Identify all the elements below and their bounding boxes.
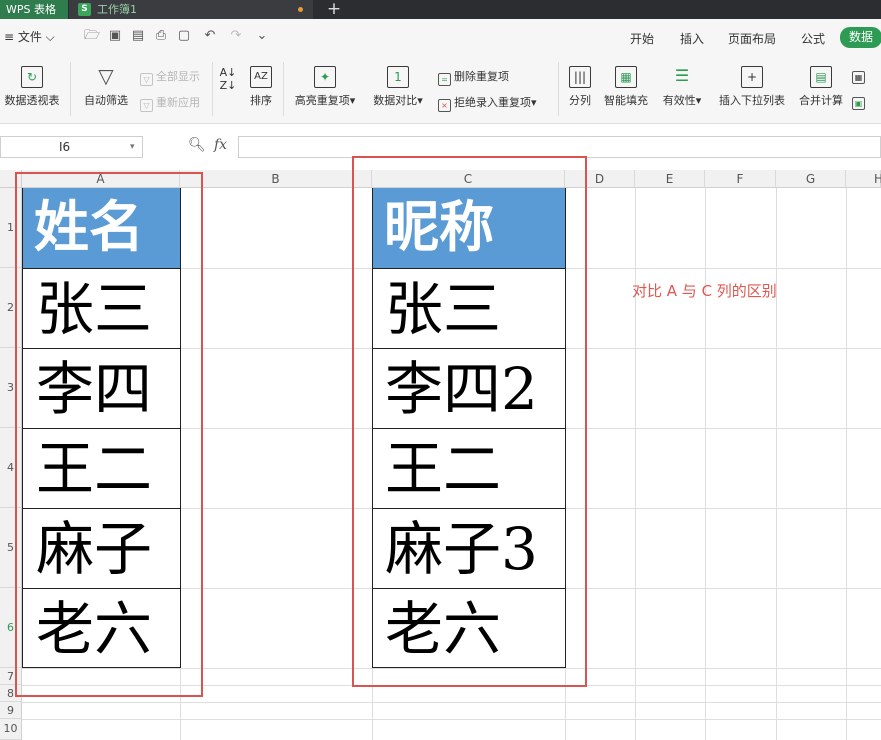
ribbon-divider: [558, 62, 559, 116]
file-menu[interactable]: ≡ 文件 ⌵: [4, 28, 55, 45]
row-header-9[interactable]: 9: [0, 702, 22, 719]
pivot-table-icon: ↻: [21, 66, 43, 88]
gridline: [22, 719, 881, 720]
unsaved-dot-icon: [298, 7, 303, 12]
highlight-duplicates-label: 高亮重复项▾: [294, 94, 356, 107]
split-columns-button[interactable]: ||| 分列: [562, 66, 598, 108]
workbook-tab-label: 工作簿1: [97, 3, 137, 16]
show-all-icon: ▽: [140, 73, 153, 86]
app-tab[interactable]: WPS 表格: [0, 0, 68, 19]
comparison-note: 对比 A 与 C 列的区别: [632, 282, 777, 300]
column-header-g[interactable]: G: [776, 170, 846, 188]
zoom-icon[interactable]: 🔍︎: [188, 137, 206, 153]
reject-duplicates-button[interactable]: × 拒绝录入重复项▾: [438, 94, 537, 112]
split-columns-icon: |||: [569, 66, 591, 88]
validity-label: 有效性▾: [662, 94, 702, 107]
tab-formulas[interactable]: 公式: [801, 30, 825, 47]
sort-button[interactable]: AZ 排序: [246, 66, 276, 108]
data-compare-button[interactable]: 1 数据对比▾: [366, 66, 430, 108]
open-folder-icon[interactable]: 🗁: [84, 28, 100, 44]
fx-icon[interactable]: fx: [214, 137, 227, 153]
gridline: [846, 188, 847, 740]
merge-calc-button[interactable]: ▤ 合并计算: [794, 66, 848, 108]
merge-calc-label: 合并计算: [799, 94, 843, 107]
remove-duplicates-icon: =: [438, 73, 451, 86]
gridline: [635, 188, 636, 740]
insert-dropdown-icon: +: [741, 66, 763, 88]
sort-asc-icon[interactable]: A↓ Z↓: [218, 66, 238, 92]
validity-button[interactable]: ☰ 有效性▾: [656, 66, 708, 108]
split-columns-label: 分列: [569, 94, 591, 107]
record-icon[interactable]: ▣: [852, 94, 868, 110]
insert-dropdown-label: 插入下拉列表: [719, 94, 785, 107]
sort-icon: AZ: [250, 66, 272, 88]
undo-icon[interactable]: ↶: [202, 28, 218, 44]
merge-calc-icon: ▤: [810, 66, 832, 88]
ribbon-divider: [70, 62, 71, 116]
reapply-icon: ▽: [140, 99, 153, 112]
pivot-table-button[interactable]: ↻ 数据透视表: [2, 66, 62, 108]
reject-duplicates-icon: ×: [438, 99, 451, 112]
gridline: [705, 188, 706, 740]
reapply-button[interactable]: ▽ 重新应用: [140, 94, 200, 112]
spreadsheet-icon: S: [78, 3, 91, 16]
autofilter-label: 自动筛选: [84, 94, 128, 107]
print-icon[interactable]: ⎙: [153, 28, 169, 44]
tab-home[interactable]: 开始: [630, 30, 654, 47]
highlight-box-column-c: [352, 156, 587, 687]
formula-input[interactable]: [238, 136, 881, 158]
simulate-analysis-icon[interactable]: ▦: [852, 68, 868, 84]
pivot-table-label: 数据透视表: [4, 94, 60, 107]
highlight-box-column-a: [15, 172, 203, 697]
insert-dropdown-button[interactable]: + 插入下拉列表: [712, 66, 792, 108]
redo-icon[interactable]: ↷: [228, 28, 244, 44]
workbook-tab[interactable]: S 工作簿1: [69, 0, 313, 19]
data-compare-icon: 1: [387, 66, 409, 88]
smart-fill-label: 智能填充: [604, 94, 648, 107]
name-box-dropdown-icon[interactable]: ▾: [130, 136, 142, 158]
ribbon-divider: [283, 62, 284, 116]
gridline: [776, 188, 777, 740]
tab-insert[interactable]: 插入: [680, 30, 704, 47]
remove-duplicates-button[interactable]: = 删除重复项: [438, 68, 509, 86]
column-header-f[interactable]: F: [705, 170, 776, 188]
new-tab-button[interactable]: +: [322, 0, 346, 19]
autofilter-button[interactable]: ▽ 自动筛选: [78, 66, 134, 108]
print-preview-icon[interactable]: ▢: [176, 28, 192, 44]
smart-fill-button[interactable]: ▦ 智能填充: [600, 66, 652, 108]
name-box[interactable]: I6: [0, 136, 143, 158]
column-header-b[interactable]: B: [180, 170, 372, 188]
gridline: [22, 702, 881, 703]
smart-fill-icon: ▦: [615, 66, 637, 88]
tab-page-layout[interactable]: 页面布局: [728, 30, 776, 47]
ribbon-divider: [212, 62, 213, 116]
column-header-h[interactable]: H: [846, 170, 881, 188]
tab-data[interactable]: 数据: [840, 27, 881, 48]
sort-label: 排序: [250, 94, 272, 107]
highlight-duplicates-icon: ✦: [314, 66, 336, 88]
save-icon[interactable]: ▣: [107, 28, 123, 44]
filter-icon: ▽: [98, 64, 114, 88]
highlight-duplicates-button[interactable]: ✦ 高亮重复项▾: [290, 66, 360, 108]
data-compare-label: 数据对比▾: [373, 94, 423, 107]
row-header-10[interactable]: 10: [0, 719, 22, 740]
column-header-e[interactable]: E: [635, 170, 705, 188]
export-pdf-icon[interactable]: ▤: [130, 28, 146, 44]
validity-icon: ☰: [674, 66, 690, 85]
quick-access-dropdown-icon[interactable]: ⌄: [254, 28, 270, 44]
show-all-button[interactable]: ▽ 全部显示: [140, 68, 200, 86]
